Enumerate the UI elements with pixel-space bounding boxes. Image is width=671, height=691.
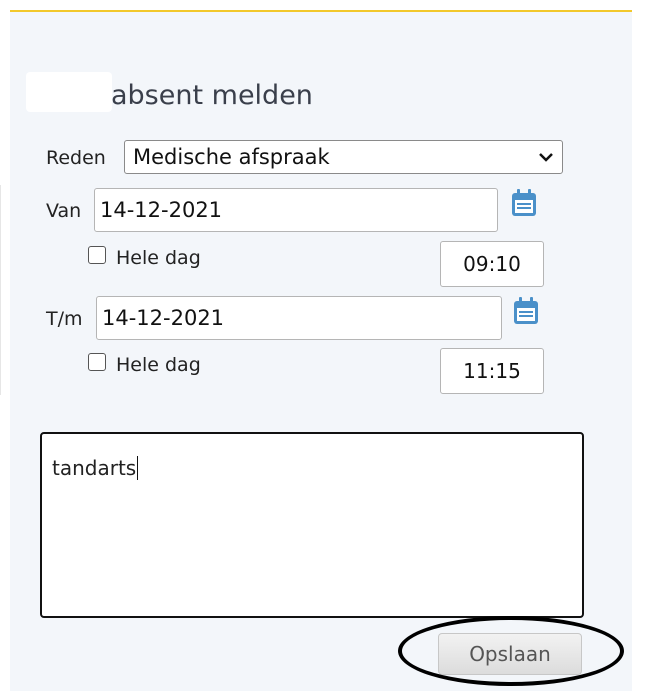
page-title: absent melden bbox=[111, 80, 313, 111]
to-allday-label: Hele dag bbox=[116, 354, 201, 376]
from-allday-checkbox[interactable] bbox=[88, 246, 106, 264]
from-time-input[interactable]: 09:10 bbox=[440, 241, 544, 287]
left-edge-divider bbox=[0, 185, 1, 395]
reason-select-value: Medische afspraak bbox=[133, 145, 330, 169]
text-caret bbox=[137, 456, 139, 480]
from-allday-label: Hele dag bbox=[116, 247, 201, 269]
to-date-input[interactable]: 14-12-2021 bbox=[96, 296, 502, 340]
note-textarea[interactable]: tandarts bbox=[40, 432, 584, 618]
note-text: tandarts bbox=[52, 456, 137, 480]
reason-select[interactable]: Medische afspraak bbox=[124, 140, 563, 174]
to-time-input[interactable]: 11:15 bbox=[440, 348, 544, 394]
chevron-down-icon bbox=[539, 153, 553, 162]
reason-label: Reden bbox=[46, 147, 106, 169]
from-label: Van bbox=[46, 200, 82, 222]
calendar-icon[interactable] bbox=[512, 296, 540, 326]
from-date-input[interactable]: 14-12-2021 bbox=[94, 188, 498, 232]
calendar-icon[interactable] bbox=[510, 188, 538, 218]
redacted-name bbox=[26, 72, 112, 112]
to-label: T/m bbox=[46, 308, 83, 330]
to-allday-checkbox[interactable] bbox=[88, 353, 106, 371]
save-button[interactable]: Opslaan bbox=[438, 633, 582, 675]
